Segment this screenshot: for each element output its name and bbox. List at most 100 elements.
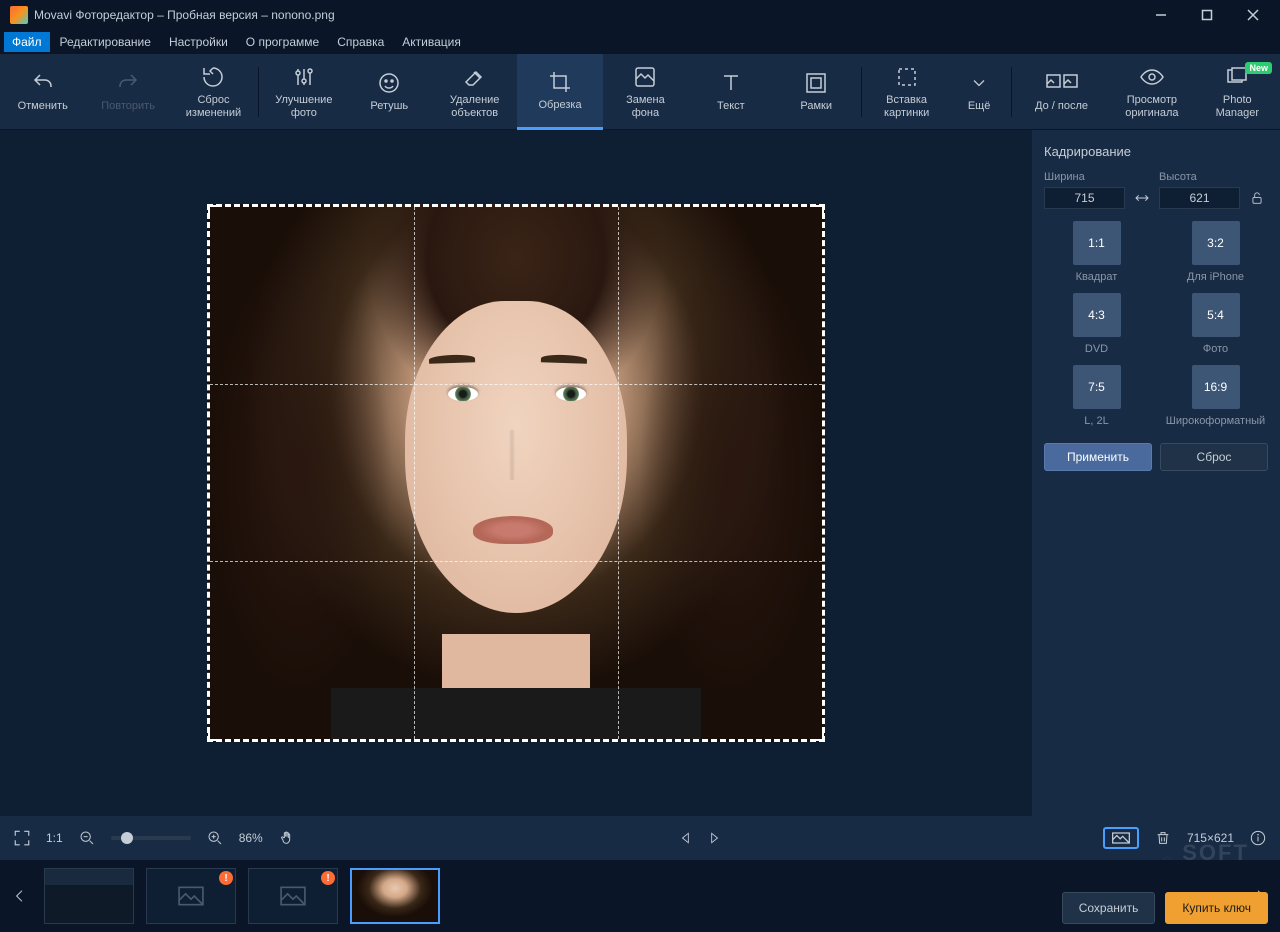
- ratio-item-4-3[interactable]: 4:3 DVD: [1044, 293, 1149, 355]
- toolbar-separator: [1011, 67, 1012, 117]
- zoom-level: 86%: [239, 831, 263, 845]
- undo-icon: [31, 70, 55, 96]
- close-button[interactable]: [1230, 0, 1276, 30]
- canvas-area[interactable]: [0, 130, 1032, 816]
- save-button[interactable]: Сохранить: [1062, 892, 1156, 924]
- eye-icon: [1140, 64, 1164, 90]
- before-after-button[interactable]: До / после: [1014, 54, 1109, 130]
- panel-actions: Применить Сброс: [1044, 443, 1268, 471]
- ratio-grid: 1:1 Квадрат 3:2 Для iPhone 4:3 DVD 5:4 Фото 7:5 L…: [1044, 221, 1268, 427]
- menu-file[interactable]: Файл: [4, 32, 50, 52]
- ratio-item-16-9[interactable]: 16:9 Широкоформатный: [1163, 365, 1268, 427]
- filmstrip: ! ! Сохранить Купить ключ: [0, 860, 1280, 932]
- buy-key-button[interactable]: Купить ключ: [1165, 892, 1268, 924]
- bottom-actions: Сохранить Купить ключ: [1062, 892, 1268, 924]
- swap-button[interactable]: [1131, 187, 1153, 209]
- ratio-box: 4:3: [1073, 293, 1121, 337]
- prev-button[interactable]: [676, 828, 696, 848]
- dimensions-row: Ширина Высота: [1044, 171, 1268, 209]
- crop-panel: Кадрирование Ширина Высота 1:1Квадрат3:2…: [1032, 130, 1280, 816]
- enhance-icon: [292, 64, 316, 90]
- menu-edit[interactable]: Редактирование: [52, 32, 159, 52]
- reset-icon: [201, 64, 225, 90]
- frames-icon: [804, 70, 828, 96]
- width-input[interactable]: [1044, 187, 1125, 209]
- replace-bg-button[interactable]: Замена фона: [603, 54, 688, 130]
- one-to-one-button[interactable]: 1:1: [46, 831, 63, 845]
- redo-button[interactable]: Повторить: [85, 54, 170, 130]
- photo-container[interactable]: [207, 204, 825, 742]
- fit-button[interactable]: [1103, 827, 1139, 849]
- maximize-button[interactable]: [1184, 0, 1230, 30]
- undo-button[interactable]: Отменить: [0, 54, 85, 130]
- ratio-item-7-5[interactable]: 7:5 L, 2L: [1044, 365, 1149, 427]
- next-button[interactable]: [704, 828, 724, 848]
- insert-button[interactable]: Вставка картинки: [864, 54, 949, 130]
- thumbnail-2[interactable]: !: [146, 868, 236, 924]
- text-button[interactable]: Текст: [688, 54, 773, 130]
- ratio-box: 1:1: [1073, 221, 1121, 265]
- insert-icon: [895, 64, 919, 90]
- height-label: Высота: [1159, 171, 1240, 183]
- ratio-item-3-2[interactable]: 3:2 Для iPhone: [1163, 221, 1268, 283]
- ratio-label: DVD: [1085, 343, 1108, 355]
- ratio-box: 3:2: [1192, 221, 1240, 265]
- ratio-item-1-1[interactable]: 1:1 Квадрат: [1044, 221, 1149, 283]
- lock-button[interactable]: [1246, 187, 1268, 209]
- crop-icon: [548, 69, 572, 95]
- menu-about[interactable]: О программе: [238, 32, 327, 52]
- window-controls: [1138, 0, 1276, 30]
- eraser-icon: [463, 64, 487, 90]
- chevron-down-icon: [969, 70, 989, 96]
- menu-activation[interactable]: Активация: [394, 32, 469, 52]
- ratio-label: Фото: [1203, 343, 1228, 355]
- pan-button[interactable]: [277, 828, 297, 848]
- retouch-icon: [377, 70, 401, 96]
- text-icon: [719, 70, 743, 96]
- minimize-button[interactable]: [1138, 0, 1184, 30]
- view-original-button[interactable]: Просмотр оригинала: [1109, 54, 1194, 130]
- ratio-label: Квадрат: [1076, 271, 1118, 283]
- thumbnail -3[interactable]: !: [248, 868, 338, 924]
- ratio-box: 7:5: [1073, 365, 1121, 409]
- more-button[interactable]: Ещё: [949, 54, 1009, 130]
- replace-bg-icon: [633, 64, 657, 90]
- toolbar-separator: [258, 67, 259, 117]
- remove-objects-button[interactable]: Удаление объектов: [432, 54, 517, 130]
- enhance-button[interactable]: Улучшение фото: [261, 54, 346, 130]
- thumbnail-4[interactable]: [350, 868, 440, 924]
- ratio-box: 5:4: [1192, 293, 1240, 337]
- ratio-box: 16:9: [1192, 365, 1240, 409]
- warning-badge: !: [219, 871, 233, 885]
- window-title: Movavi Фоторедактор – Пробная версия – n…: [34, 8, 1138, 22]
- ratio-item-5-4[interactable]: 5:4 Фото: [1163, 293, 1268, 355]
- height-input[interactable]: [1159, 187, 1240, 209]
- zoom-in-button[interactable]: [205, 828, 225, 848]
- crop-button[interactable]: Обрезка: [517, 54, 602, 130]
- menu-settings[interactable]: Настройки: [161, 32, 236, 52]
- titlebar: Movavi Фоторедактор – Пробная версия – n…: [0, 0, 1280, 30]
- apply-button[interactable]: Применить: [1044, 443, 1152, 471]
- ratio-label: L, 2L: [1084, 415, 1108, 427]
- photo-manager-button[interactable]: NewPhoto Manager: [1195, 54, 1280, 130]
- ratio-label: Широкоформатный: [1166, 415, 1265, 427]
- fullscreen-button[interactable]: [12, 828, 32, 848]
- reset-button[interactable]: Сброс изменений: [171, 54, 256, 130]
- app-icon: [10, 6, 28, 24]
- filmstrip-prev[interactable]: [8, 868, 32, 924]
- menu-help[interactable]: Справка: [329, 32, 392, 52]
- zoom-out-button[interactable]: [77, 828, 97, 848]
- photo: [207, 204, 825, 742]
- thumbnail-1[interactable]: [44, 868, 134, 924]
- frames-button[interactable]: Рамки: [774, 54, 859, 130]
- toolbar-separator: [861, 67, 862, 117]
- retouch-button[interactable]: Ретушь: [347, 54, 432, 130]
- menubar: Файл Редактирование Настройки О программ…: [0, 30, 1280, 54]
- toolbar: Отменить Повторить Сброс изменений Улучш…: [0, 54, 1280, 130]
- workspace: Кадрирование Ширина Высота 1:1Квадрат3:2…: [0, 130, 1280, 816]
- ratio-label: Для iPhone: [1187, 271, 1244, 283]
- warning-badge: !: [321, 871, 335, 885]
- compare-icon: [1046, 70, 1078, 96]
- zoom-slider[interactable]: [111, 836, 191, 840]
- reset-crop-button[interactable]: Сброс: [1160, 443, 1268, 471]
